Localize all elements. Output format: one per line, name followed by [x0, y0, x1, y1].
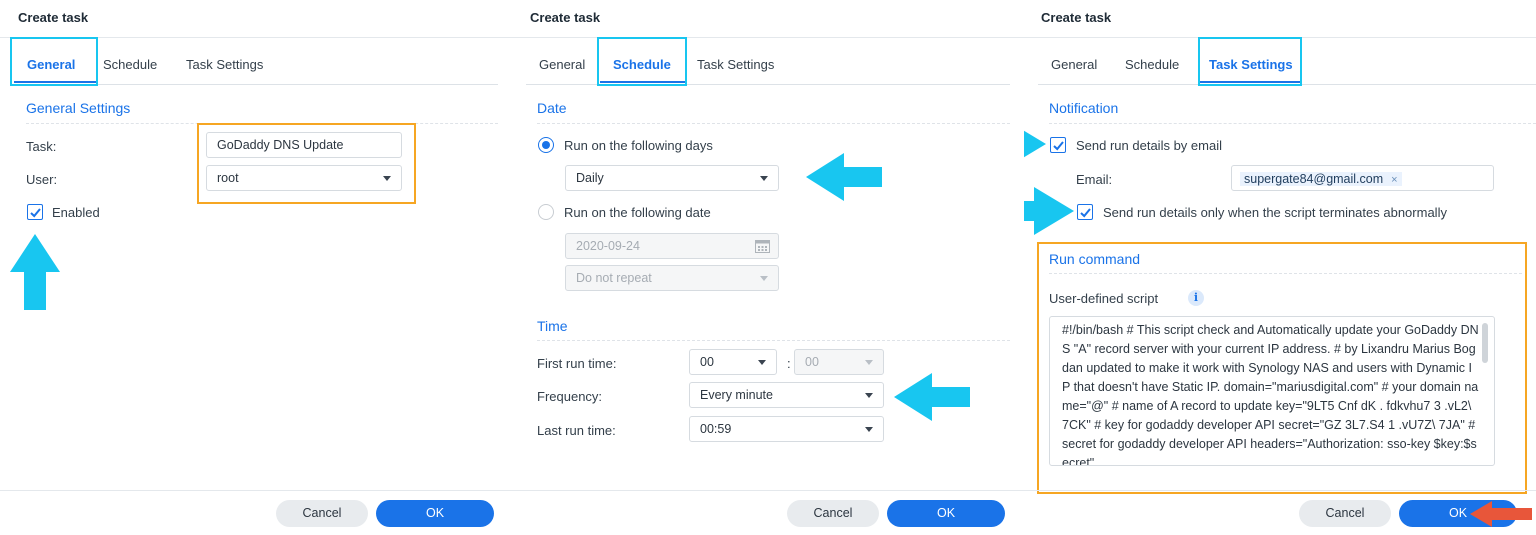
- arrow-left-icon: [1470, 501, 1532, 527]
- email-input[interactable]: supergate84@gmail.com ×: [1231, 165, 1494, 191]
- run-command-heading: Run command: [1049, 251, 1141, 267]
- chevron-down-icon: [865, 427, 873, 432]
- first-run-minute-value: 00: [805, 355, 819, 369]
- ok-button[interactable]: OK: [376, 500, 494, 527]
- send-email-label: Send run details by email: [1076, 138, 1222, 153]
- run-date-radio[interactable]: [538, 204, 554, 220]
- abnormal-only-checkbox[interactable]: [1077, 204, 1093, 220]
- email-label: Email:: [1076, 172, 1113, 187]
- run-days-radio[interactable]: [538, 137, 554, 153]
- checkmark-icon: [30, 208, 41, 218]
- arrow-left-icon: [806, 153, 882, 201]
- abnormal-only-label: Send run details only when the script te…: [1103, 205, 1447, 220]
- tab-schedule[interactable]: Schedule: [103, 57, 157, 72]
- create-task-dialog-schedule: Create task General Schedule Task Settin…: [512, 0, 1024, 535]
- tab-highlight-box: [1198, 37, 1302, 86]
- repeat-select[interactable]: Do not repeat: [565, 265, 779, 291]
- tab-highlight-box: [597, 37, 687, 86]
- dialog-title: Create task: [530, 10, 601, 25]
- chevron-down-icon: [760, 276, 768, 281]
- enabled-label: Enabled: [52, 205, 100, 220]
- cancel-button[interactable]: Cancel: [787, 500, 879, 527]
- run-days-value: Daily: [576, 171, 604, 185]
- date-heading: Date: [537, 100, 567, 116]
- footer-divider: [0, 490, 512, 491]
- run-date-value: 2020-09-24: [576, 239, 640, 253]
- dialog-title: Create task: [1041, 10, 1112, 25]
- email-tag: supergate84@gmail.com ×: [1240, 172, 1402, 186]
- checkmark-icon: [1080, 208, 1091, 218]
- arrow-up-icon: [10, 234, 60, 310]
- first-run-hour-value: 00: [700, 355, 714, 369]
- send-email-checkbox[interactable]: [1050, 137, 1066, 153]
- ok-button[interactable]: OK: [887, 500, 1005, 527]
- create-task-dialog-general: Create task General Schedule Task Settin…: [0, 0, 512, 535]
- frequency-label: Frequency:: [537, 389, 603, 404]
- first-run-minute-select[interactable]: 00: [794, 349, 884, 375]
- script-content: #!/bin/bash # This script check and Auto…: [1062, 323, 1479, 466]
- arrow-left-icon: [894, 373, 970, 421]
- general-settings-heading: General Settings: [26, 100, 131, 116]
- footer-divider: [1024, 490, 1536, 491]
- create-task-dialog-task-settings: Create task General Schedule Task Settin…: [1024, 0, 1536, 535]
- email-value: supergate84@gmail.com: [1244, 172, 1384, 186]
- script-textarea[interactable]: #!/bin/bash # This script check and Auto…: [1049, 316, 1495, 466]
- repeat-value: Do not repeat: [576, 271, 652, 285]
- enabled-checkbox[interactable]: [27, 204, 43, 220]
- arrow-right-icon: [1024, 187, 1074, 235]
- tab-highlight-box: [10, 37, 98, 86]
- first-run-hour-select[interactable]: 00: [689, 349, 777, 375]
- header-divider: [512, 37, 1024, 38]
- remove-email-icon[interactable]: ×: [1391, 174, 1397, 186]
- checkmark-icon: [1053, 141, 1064, 151]
- calendar-icon: [755, 240, 770, 253]
- chevron-down-icon: [865, 360, 873, 365]
- section-divider: [1049, 273, 1522, 274]
- cancel-button[interactable]: Cancel: [1299, 500, 1391, 527]
- tab-task-settings[interactable]: Task Settings: [697, 57, 774, 72]
- time-heading: Time: [537, 318, 568, 334]
- chevron-down-icon: [758, 360, 766, 365]
- chevron-down-icon: [760, 176, 768, 181]
- run-date-input[interactable]: 2020-09-24: [565, 233, 779, 259]
- time-separator: :: [787, 356, 791, 371]
- script-scrollbar[interactable]: [1482, 323, 1488, 363]
- first-run-label: First run time:: [537, 356, 617, 371]
- last-run-value: 00:59: [700, 422, 732, 436]
- dialog-title: Create task: [18, 10, 89, 25]
- section-divider: [1049, 123, 1536, 124]
- frequency-select[interactable]: Every minute: [689, 382, 884, 408]
- tab-general[interactable]: General: [539, 57, 585, 72]
- user-label: User:: [26, 172, 58, 187]
- footer-divider: [512, 490, 1024, 491]
- section-divider: [537, 123, 1010, 124]
- frequency-value: Every minute: [700, 388, 773, 402]
- last-run-label: Last run time:: [537, 423, 616, 438]
- script-label: User-defined script: [1049, 291, 1159, 306]
- cancel-button[interactable]: Cancel: [276, 500, 368, 527]
- notification-heading: Notification: [1049, 100, 1119, 116]
- section-divider: [537, 340, 1010, 341]
- arrow-right-icon: [1024, 130, 1046, 158]
- run-days-label: Run on the following days: [564, 138, 713, 153]
- run-date-label: Run on the following date: [564, 205, 711, 220]
- task-user-highlight-box: [197, 123, 416, 204]
- info-icon[interactable]: i: [1188, 290, 1204, 306]
- task-label: Task:: [26, 139, 57, 154]
- last-run-select[interactable]: 00:59: [689, 416, 884, 442]
- tab-general[interactable]: General: [1051, 57, 1097, 72]
- tab-schedule[interactable]: Schedule: [1125, 57, 1179, 72]
- tab-task-settings[interactable]: Task Settings: [186, 57, 263, 72]
- run-days-select[interactable]: Daily: [565, 165, 779, 191]
- chevron-down-icon: [865, 393, 873, 398]
